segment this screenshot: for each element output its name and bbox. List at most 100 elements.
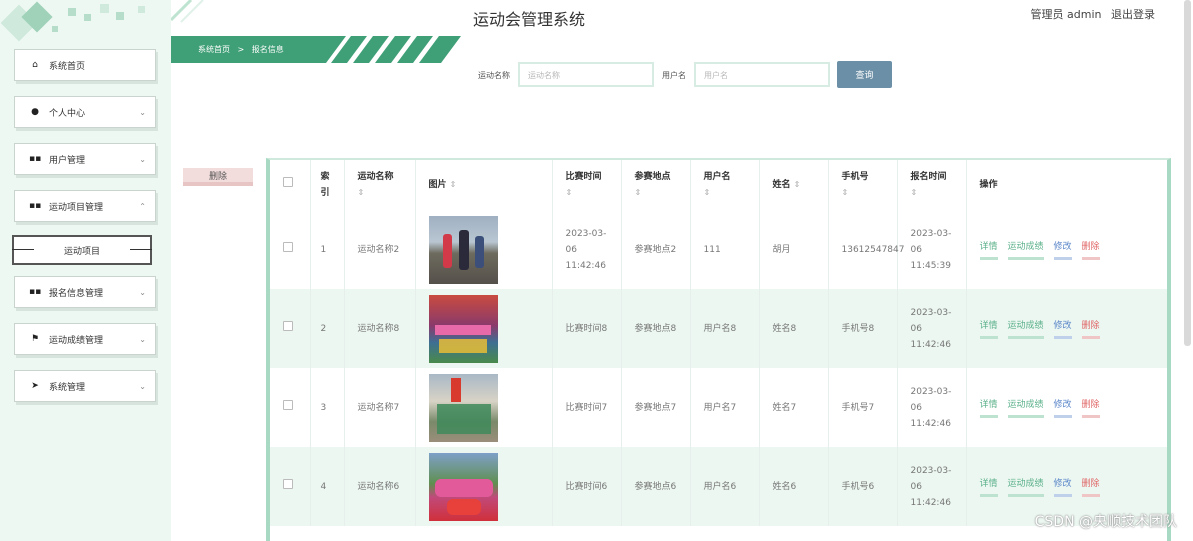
cell-index: 1: [310, 210, 345, 289]
sidebar-decoration: [68, 8, 76, 16]
page-scrollbar[interactable]: [1184, 0, 1191, 346]
edit-button[interactable]: 修改: [1053, 239, 1072, 260]
user-role-label: 管理员 admin: [1030, 8, 1102, 21]
score-button[interactable]: 运动成绩: [1007, 239, 1044, 260]
header-signup-time[interactable]: 报名时间 ⇕: [897, 160, 967, 210]
score-button[interactable]: 运动成绩: [1007, 318, 1044, 339]
cell-place: 参赛地点6: [621, 447, 691, 526]
delete-button[interactable]: 删除: [1081, 318, 1100, 339]
edit-button[interactable]: 修改: [1053, 397, 1072, 418]
cell-time: 2023-03-06 11:42:46: [552, 210, 622, 289]
delete-button[interactable]: 删除: [1081, 476, 1100, 497]
cell-username: 111: [690, 210, 760, 289]
detail-button[interactable]: 详情: [979, 476, 998, 497]
detail-button[interactable]: 详情: [979, 397, 998, 418]
score-button[interactable]: 运动成绩: [1007, 397, 1044, 418]
batch-delete-button[interactable]: 删除: [183, 168, 253, 186]
header-place[interactable]: 参赛地点 ⇕: [621, 160, 691, 210]
checkbox[interactable]: [283, 177, 293, 187]
cell-phone: 手机号6: [828, 447, 898, 526]
row-select[interactable]: [270, 289, 311, 368]
search-username-label: 用户名: [662, 71, 686, 80]
row-select[interactable]: [270, 368, 311, 447]
breadcrumb-home[interactable]: 系统首页: [198, 45, 230, 54]
header-image[interactable]: 图片 ⇕: [415, 160, 553, 210]
header-decoration: [171, 0, 204, 23]
cell-username: 用户名7: [690, 368, 760, 447]
sort-icon[interactable]: ⇕: [450, 180, 457, 189]
header-label: 用户名: [703, 172, 731, 182]
search-sport-input[interactable]: 运动名称: [518, 62, 654, 87]
checkbox[interactable]: [283, 241, 293, 252]
sort-icon[interactable]: ⇕: [566, 185, 615, 201]
delete-button[interactable]: 删除: [1081, 397, 1100, 418]
detail-button[interactable]: 详情: [979, 318, 998, 339]
header-sport[interactable]: 运动名称 ⇕: [344, 160, 416, 210]
sidebar-item-users[interactable]: ▪▪ 用户管理 ⌄: [14, 143, 156, 175]
cell-sport: 运动名称8: [344, 289, 416, 368]
row-select[interactable]: [270, 210, 311, 289]
sidebar-subitem-sports[interactable]: 运动项目: [12, 235, 152, 265]
breadcrumb: 系统首页 > 报名信息: [171, 36, 461, 63]
cell-place: 参赛地点2: [621, 210, 691, 289]
edit-button[interactable]: 修改: [1053, 318, 1072, 339]
sort-icon[interactable]: ⇕: [635, 185, 684, 201]
sidebar-item-system[interactable]: ➤ 系统管理 ⌄: [14, 370, 156, 402]
sidebar-decoration: [100, 4, 109, 13]
edit-button[interactable]: 修改: [1053, 476, 1072, 497]
sidebar-item-signups[interactable]: ▪▪ 报名信息管理 ⌄: [14, 276, 156, 308]
photo-figure: [438, 338, 487, 353]
grid-icon: ▪▪: [29, 201, 42, 211]
sidebar-item-profile[interactable]: ● 个人中心 ⌄: [14, 96, 156, 128]
header-select-all[interactable]: [270, 160, 311, 210]
cell-place: 参赛地点7: [621, 368, 691, 447]
sidebar-item-home[interactable]: ⌂ 系统首页: [14, 49, 156, 81]
cell-phone: 13612547847: [828, 210, 905, 289]
sport-photo[interactable]: [428, 215, 498, 284]
header-username[interactable]: 用户名 ⇕: [690, 160, 760, 210]
sort-icon[interactable]: ⇕: [358, 185, 409, 201]
sidebar: ⌂ 系统首页 ● 个人中心 ⌄ ▪▪ 用户管理 ⌄ ▪▪ 运动项目管理 ⌃ 运动…: [0, 0, 171, 541]
search-button[interactable]: 查询: [837, 61, 892, 88]
sport-photo[interactable]: [428, 452, 498, 521]
sort-icon[interactable]: ⇕: [842, 185, 891, 201]
chevron-down-icon: ⌄: [139, 107, 146, 117]
sidebar-item-label: 系统首页: [49, 61, 86, 72]
search-sport-label: 运动名称: [478, 71, 510, 80]
detail-button[interactable]: 详情: [979, 239, 998, 260]
photo-figure: [446, 498, 481, 515]
checkbox[interactable]: [283, 478, 293, 489]
user-bar: 管理员 admin 退出登录: [1025, 6, 1155, 22]
cell-image: [415, 368, 553, 447]
header-label: 姓名: [772, 180, 791, 190]
sidebar-item-scores[interactable]: ⚑ 运动成绩管理 ⌄: [14, 323, 156, 355]
sort-icon[interactable]: ⇕: [704, 185, 753, 201]
logout-link[interactable]: 退出登录: [1111, 8, 1155, 21]
delete-button[interactable]: 删除: [1081, 239, 1100, 260]
checkbox[interactable]: [283, 399, 293, 410]
row-select[interactable]: [270, 447, 311, 526]
photo-figure: [434, 324, 491, 335]
cell-place: 参赛地点8: [621, 289, 691, 368]
score-button[interactable]: 运动成绩: [1007, 476, 1044, 497]
header-actions: 操作: [966, 160, 1167, 210]
send-icon: ➤: [31, 381, 39, 391]
header-label: 报名时间: [910, 172, 947, 182]
checkbox[interactable]: [283, 320, 293, 331]
cell-image: [415, 289, 553, 368]
cell-signup-time: 2023-03-06 11:42:46: [897, 289, 967, 368]
cell-time: 比赛时间8: [552, 289, 622, 368]
sport-photo[interactable]: [428, 294, 498, 363]
sidebar-item-sports[interactable]: ▪▪ 运动项目管理 ⌃: [14, 190, 156, 222]
chevron-down-icon: ⌄: [139, 381, 146, 391]
header-name[interactable]: 姓名 ⇕: [759, 160, 829, 210]
cell-index: 4: [310, 447, 345, 526]
header-phone[interactable]: 手机号 ⇕: [828, 160, 898, 210]
sport-photo[interactable]: [428, 373, 498, 442]
cell-image: [415, 447, 553, 526]
header-time[interactable]: 比赛时间 ⇕: [552, 160, 622, 210]
cell-username: 用户名8: [690, 289, 760, 368]
search-username-input[interactable]: 用户名: [694, 62, 830, 87]
sort-icon[interactable]: ⇕: [911, 185, 960, 201]
sort-icon[interactable]: ⇕: [794, 180, 801, 189]
